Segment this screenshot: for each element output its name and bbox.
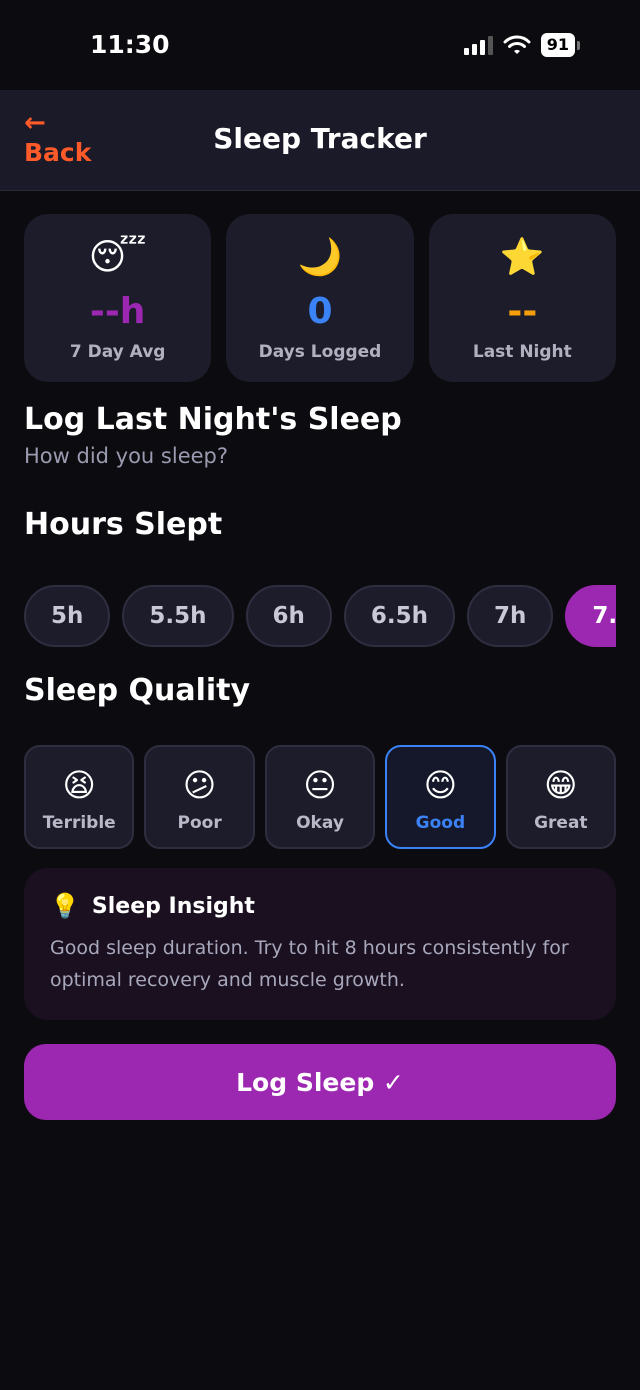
quality-option-poor[interactable]: 😕 Poor: [144, 745, 255, 849]
insight-text: Good sleep duration. Try to hit 8 hours …: [50, 937, 569, 991]
quality-selector: 😫 Terrible 😕 Poor 😐 Okay 😊 Good 😁 Great: [24, 745, 617, 849]
insight-header: 💡 Sleep Insight: [50, 892, 590, 920]
stat-value: --h: [89, 291, 146, 332]
stat-label: Days Logged: [258, 342, 382, 362]
grinning-face-icon: 😁: [544, 766, 578, 804]
neutral-face-icon: 😐: [303, 766, 337, 804]
stat-card-7-day-avg: 😴 --h 7 Day Avg: [24, 214, 212, 382]
quality-option-terrible[interactable]: 😫 Terrible: [24, 745, 135, 849]
hour-option-7-5h[interactable]: 7.5h: [565, 585, 616, 647]
page-title: Sleep Tracker: [213, 122, 427, 155]
stat-value: 0: [307, 291, 333, 332]
quality-option-great[interactable]: 😁 Great: [505, 745, 617, 849]
stat-label: 7 Day Avg: [69, 342, 166, 362]
hour-option-5h[interactable]: 5h: [24, 585, 111, 647]
signal-icon: [463, 35, 493, 55]
smiling-face-icon: 😊: [423, 766, 458, 804]
lightbulb-icon: 💡: [50, 892, 80, 920]
status-bar: 11:30 91: [0, 0, 640, 90]
status-time: 11:30: [90, 30, 170, 59]
log-sleep-subtitle: How did you sleep?: [24, 444, 229, 468]
log-sleep-button[interactable]: Log Sleep ✓: [24, 1044, 616, 1120]
quality-option-good[interactable]: 😊 Good: [385, 745, 496, 849]
stat-card-days-logged: 🌙 0 Days Logged: [226, 214, 414, 382]
hour-option-5-5h[interactable]: 5.5h: [122, 585, 234, 647]
moon-icon: 🌙: [297, 237, 343, 278]
app-header: ← Back Sleep Tracker: [0, 90, 640, 191]
hours-selector: 5h 5.5h 6h 6.5h 7h 7.5h: [24, 585, 616, 649]
sleep-insight-card: 💡 Sleep Insight Good sleep duration. Try…: [24, 868, 616, 1020]
tired-face-icon: 😫: [62, 766, 96, 804]
quality-label: Terrible: [42, 813, 116, 833]
battery-icon: 91: [540, 33, 580, 57]
status-icons: 91: [463, 33, 580, 57]
log-sleep-heading: Log Last Night's Sleep: [24, 402, 402, 437]
sleepy-face-icon: 😴: [88, 237, 147, 278]
battery-level: 91: [540, 33, 575, 57]
stat-label: Last Night: [472, 342, 572, 362]
hour-option-6h[interactable]: 6h: [245, 585, 332, 647]
hours-slept-heading: Hours Slept: [24, 507, 223, 542]
star-icon: ⭐: [499, 237, 545, 278]
quality-label: Okay: [296, 813, 344, 833]
stat-card-last-night: ⭐ -- Last Night: [428, 214, 616, 382]
hour-option-6-5h[interactable]: 6.5h: [343, 585, 456, 647]
stats-row: 😴 --h 7 Day Avg 🌙 0 Days Logged ⭐ -- Las…: [24, 214, 616, 382]
hour-option-7h[interactable]: 7h: [467, 585, 554, 647]
insight-title: Sleep Insight: [91, 893, 255, 919]
quality-label: Poor: [177, 813, 222, 833]
confused-face-icon: 😕: [182, 766, 217, 804]
quality-label: Good: [415, 813, 466, 833]
wifi-icon: [503, 35, 531, 54]
quality-label: Great: [534, 813, 588, 833]
sleep-quality-heading: Sleep Quality: [24, 673, 251, 708]
quality-option-okay[interactable]: 😐 Okay: [264, 745, 376, 849]
stat-value: --: [507, 291, 538, 332]
